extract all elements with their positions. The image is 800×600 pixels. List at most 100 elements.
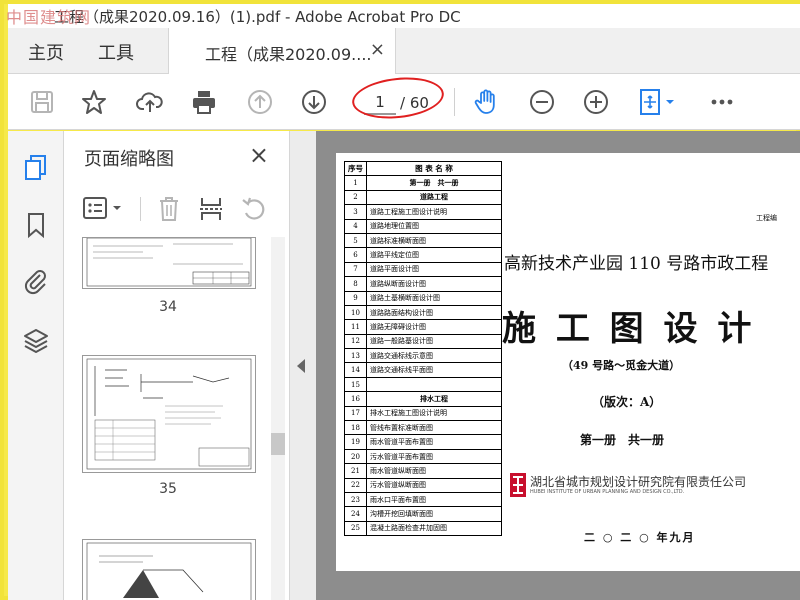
- zoom-out-icon[interactable]: [526, 86, 558, 118]
- document-page: 序号 图 表 名 称 1 第一册 共一册 2 道路工程 3 道路工程施工图设计说明 4 道路地…: [336, 153, 800, 571]
- toc-row-number: 6: [344, 247, 367, 263]
- toc-row-number: 1: [344, 175, 367, 191]
- toc-row: 18 管线布置标准断面图: [344, 420, 502, 436]
- toc-row: 6 道路平线定位图: [344, 247, 502, 263]
- bookmarks-icon[interactable]: [22, 211, 50, 239]
- toc-row: 10 道路路面结构设计图: [344, 304, 502, 321]
- page-up-icon[interactable]: [244, 86, 276, 118]
- toc-row-name: 雨水管道平面布置图: [366, 434, 502, 450]
- toc-row: 14 道路交通标线平面图: [344, 362, 502, 378]
- toc-row-name: 雨水管道纵断面图: [366, 463, 502, 479]
- hand-tool-icon[interactable]: [470, 86, 502, 118]
- main-toolbar: 1 / 60: [8, 73, 800, 130]
- thumbnail-scrollbar[interactable]: [271, 237, 285, 600]
- toc-row-number: 23: [344, 491, 367, 508]
- thumbnail-page-number: 34: [159, 299, 177, 315]
- toc-row-name: 道路纵断面设计图: [366, 276, 502, 292]
- toolbar-divider: [454, 88, 455, 116]
- thumbnail-page-34[interactable]: [82, 237, 256, 289]
- more-icon[interactable]: [706, 86, 738, 118]
- rotate-page-icon[interactable]: [240, 195, 268, 223]
- window-frame: 工程（成果2020.09.16）(1).pdf - Adobe Acrobat …: [0, 0, 800, 600]
- delete-page-icon[interactable]: [156, 195, 182, 223]
- thumbnail-options-icon[interactable]: [82, 195, 126, 221]
- toc-row: 24 沟槽开挖回填断面图: [344, 506, 502, 522]
- bookmark-star-icon[interactable]: [78, 86, 110, 118]
- toc-row-number: 14: [344, 362, 367, 378]
- toc-row-name: 沟槽开挖回填断面图: [366, 506, 502, 522]
- thumbnail-toolbar-divider: [140, 197, 141, 221]
- toc-row-name: 道路标准横断面图: [366, 232, 502, 249]
- thumbnail-page-35[interactable]: [82, 355, 256, 473]
- extract-page-icon[interactable]: [198, 195, 224, 223]
- toc-row-number: 15: [344, 376, 367, 393]
- toc-row-number: 17: [344, 405, 367, 422]
- toc-row-name: 第一册 共一册: [366, 175, 502, 191]
- toc-row: 11 道路无障碍设计图: [344, 319, 502, 335]
- document-tab-label: 工程（成果2020.09....: [205, 45, 372, 64]
- toc-row-name: 道路交通标线示意图: [366, 348, 502, 364]
- toc-row-number: 22: [344, 477, 367, 493]
- toc-row-name: 排水工程施工图设计说明: [366, 405, 502, 422]
- page-down-icon[interactable]: [298, 86, 330, 118]
- drawing-index-table: 序号 图 表 名 称 1 第一册 共一册 2 道路工程 3 道路工程施工图设计说明 4 道路地…: [344, 160, 502, 537]
- thumbnail-toolbar: [64, 187, 290, 231]
- title-bar: 工程（成果2020.09.16）(1).pdf - Adobe Acrobat …: [8, 4, 800, 28]
- corner-label: 工程编: [756, 214, 777, 222]
- sidebar-rail: [8, 131, 64, 600]
- layers-icon[interactable]: [22, 327, 50, 355]
- toc-row-name: 混凝土路面检查井加固图: [366, 520, 502, 537]
- toc-row-number: 4: [344, 218, 367, 234]
- toc-header-no: 序号: [344, 160, 367, 177]
- fit-page-icon[interactable]: [636, 86, 680, 118]
- scrollbar-thumb[interactable]: [271, 433, 285, 455]
- volume-label: 第一册 共一册: [580, 433, 665, 447]
- project-title: 高新技术产业园 110 号路市政工程: [504, 254, 769, 274]
- toc-row: 3 道路工程施工图设计说明: [344, 204, 502, 220]
- section-range: （49 号路～觅金大道）: [562, 359, 681, 372]
- tab-document[interactable]: 工程（成果2020.09.... ×: [168, 28, 396, 74]
- toc-row-name: 道路交通标线平面图: [366, 362, 502, 378]
- toc-row: 22 污水管道纵断面图: [344, 477, 502, 493]
- zoom-in-icon[interactable]: [580, 86, 612, 118]
- thumbnail-page-36[interactable]: [82, 539, 256, 600]
- toc-row-number: 2: [344, 189, 367, 206]
- attachments-icon[interactable]: [22, 267, 50, 295]
- toc-row-name: 道路无障碍设计图: [366, 319, 502, 335]
- toc-row-number: 11: [344, 319, 367, 335]
- close-tab-icon[interactable]: ×: [370, 39, 385, 60]
- tab-bar: 主页 工具 工程（成果2020.09.... ×: [8, 28, 800, 74]
- tab-tools[interactable]: 工具: [98, 39, 134, 65]
- toc-row-number: 25: [344, 520, 367, 537]
- toc-row-number: 18: [344, 420, 367, 436]
- red-circle-annotation: [350, 73, 446, 123]
- save-icon[interactable]: [26, 86, 58, 118]
- thumbnail-page-number: 35: [159, 481, 177, 497]
- tab-home[interactable]: 主页: [28, 39, 64, 65]
- toc-row-number: 10: [344, 304, 367, 321]
- toc-row-name: 道路平线定位图: [366, 247, 502, 263]
- toc-row: 21 雨水管道纵断面图: [344, 463, 502, 479]
- toc-row: 1 第一册 共一册: [344, 175, 502, 191]
- toc-row-number: 12: [344, 333, 367, 350]
- toc-row: 7 道路平面设计图: [344, 261, 502, 278]
- print-icon[interactable]: [188, 86, 220, 118]
- toc-row: 16 排水工程: [344, 391, 502, 407]
- toc-row-name: 道路路面结构设计图: [366, 304, 502, 321]
- close-panel-icon[interactable]: ×: [249, 141, 269, 169]
- toc-row-name: 污水管道平面布置图: [366, 448, 502, 465]
- toc-row-number: 9: [344, 290, 367, 306]
- toc-header-name: 图 表 名 称: [366, 160, 502, 177]
- toc-row: 4 道路地理位置图: [344, 218, 502, 234]
- toc-row: 15: [344, 376, 502, 393]
- toc-row-name: 管线布置标准断面图: [366, 420, 502, 436]
- panel-collapse-handle[interactable]: [290, 131, 316, 600]
- toc-row-number: 21: [344, 463, 367, 479]
- upload-cloud-icon[interactable]: [134, 86, 166, 118]
- toc-row-number: 13: [344, 348, 367, 364]
- toc-row-number: 20: [344, 448, 367, 465]
- page-thumbnails-icon[interactable]: [22, 153, 50, 181]
- document-viewport[interactable]: 序号 图 表 名 称 1 第一册 共一册 2 道路工程 3 道路工程施工图设计说明 4 道路地…: [316, 131, 800, 600]
- toc-row-name: 道路地理位置图: [366, 218, 502, 234]
- toc-row-number: 7: [344, 261, 367, 278]
